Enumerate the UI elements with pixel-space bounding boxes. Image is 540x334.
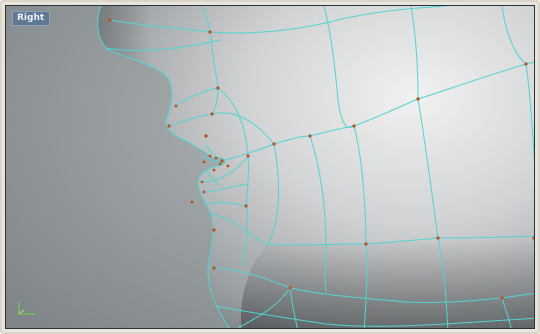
axis-gizmo-icon <box>18 302 35 315</box>
viewport-label[interactable]: Right <box>12 11 51 26</box>
viewport-right[interactable]: Right <box>5 5 535 329</box>
app-frame: Right <box>0 0 540 334</box>
viewport-canvas[interactable] <box>6 6 535 329</box>
jaw-shadow <box>241 238 534 328</box>
